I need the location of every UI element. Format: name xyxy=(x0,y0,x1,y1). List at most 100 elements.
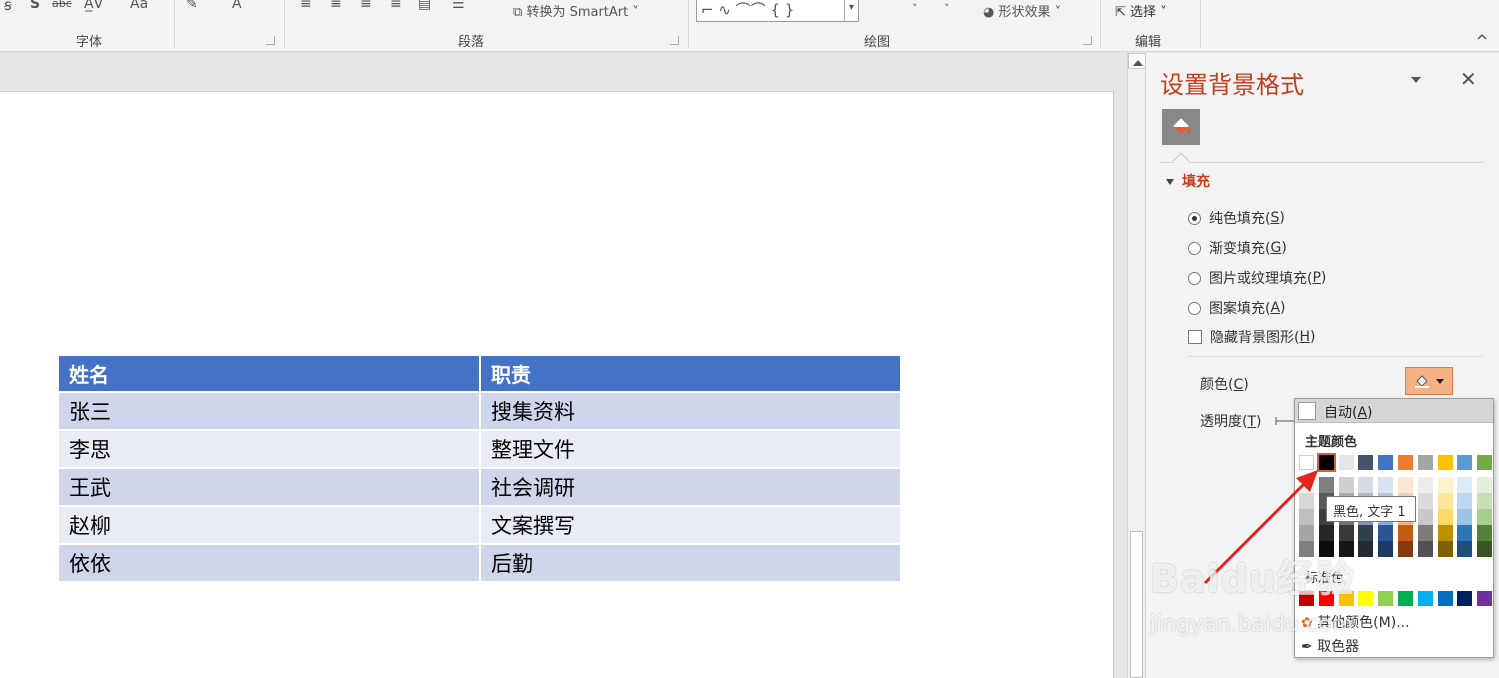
theme-shade-swatch[interactable] xyxy=(1417,477,1433,493)
theme-shade-swatch[interactable] xyxy=(1457,541,1473,557)
theme-shade-swatch[interactable] xyxy=(1457,509,1473,525)
theme-shade-swatch[interactable] xyxy=(1477,477,1493,493)
theme-shade-swatch[interactable] xyxy=(1358,541,1374,557)
table-cell[interactable]: 整理文件 xyxy=(480,429,902,469)
standard-color-swatch[interactable] xyxy=(1417,591,1433,606)
theme-shade-swatch[interactable] xyxy=(1437,493,1453,509)
close-icon[interactable]: ✕ xyxy=(1460,67,1477,91)
checkbox[interactable] xyxy=(1188,330,1202,344)
radio-unselected[interactable] xyxy=(1188,271,1201,285)
transparency-slider[interactable] xyxy=(1274,416,1294,426)
standard-color-swatch[interactable] xyxy=(1457,591,1473,606)
table-cell[interactable]: 文案撰写 xyxy=(480,505,902,545)
theme-shade-swatch[interactable] xyxy=(1398,477,1413,493)
char-spacing-icon[interactable]: A̲V xyxy=(84,0,103,12)
highlight-icon[interactable]: ✎ ˅ xyxy=(186,0,209,12)
theme-color-swatch[interactable] xyxy=(1398,455,1413,470)
standard-color-swatch[interactable] xyxy=(1437,591,1453,606)
theme-shade-swatch[interactable] xyxy=(1299,525,1314,541)
theme-shade-swatch[interactable] xyxy=(1417,509,1433,525)
theme-shade-swatch[interactable] xyxy=(1417,525,1433,541)
theme-shade-swatch[interactable] xyxy=(1318,477,1334,493)
picture-texture-fill-option[interactable]: 图片或纹理填充(P) xyxy=(1188,268,1326,288)
automatic-color-item[interactable]: 自动(A) xyxy=(1295,399,1493,423)
theme-color-swatch[interactable] xyxy=(1338,455,1354,470)
theme-color-swatch[interactable] xyxy=(1378,455,1394,470)
table-cell[interactable]: 张三 xyxy=(59,391,481,431)
vertical-scrollbar[interactable] xyxy=(1127,53,1146,678)
pane-options-icon[interactable] xyxy=(1411,77,1421,83)
justify-icon[interactable]: ≡ xyxy=(390,0,402,12)
radio-unselected[interactable] xyxy=(1188,241,1201,255)
gradient-fill-option[interactable]: 渐变填充(G) xyxy=(1188,238,1287,258)
scroll-thumb[interactable] xyxy=(1130,531,1143,678)
table-cell[interactable]: 王武 xyxy=(59,467,481,507)
eyedropper-item[interactable]: ✒ 取色器 xyxy=(1301,636,1359,656)
theme-shade-swatch[interactable] xyxy=(1477,525,1493,541)
quick-styles-dropdown-icon[interactable]: ˅ xyxy=(944,2,950,15)
theme-shade-swatch[interactable] xyxy=(1477,509,1493,525)
standard-color-swatch[interactable] xyxy=(1358,591,1374,606)
gallery-more-icon[interactable]: ▾ xyxy=(844,0,858,21)
theme-color-swatch[interactable] xyxy=(1477,455,1493,470)
table-header-cell[interactable]: 姓名 xyxy=(59,356,481,393)
slide-table[interactable]: 姓名 职责 张三 搜集资料 李思 整理文件 王武 社会调研 赵柳 文案撰写 依依… xyxy=(59,356,902,583)
fill-section-header[interactable]: 填充 xyxy=(1166,171,1210,191)
theme-color-swatch[interactable] xyxy=(1358,455,1374,470)
theme-shade-swatch[interactable] xyxy=(1318,525,1334,541)
theme-shade-swatch[interactable] xyxy=(1477,493,1493,509)
fill-color-button[interactable] xyxy=(1405,367,1453,395)
theme-shade-swatch[interactable] xyxy=(1378,477,1394,493)
theme-shade-swatch[interactable] xyxy=(1398,525,1413,541)
theme-shade-swatch[interactable] xyxy=(1457,477,1473,493)
font-color-icon[interactable]: A ˅ xyxy=(232,0,253,12)
scroll-up-button[interactable] xyxy=(1128,53,1146,69)
align-left-icon[interactable]: ≡ xyxy=(300,0,312,12)
standard-color-swatch[interactable] xyxy=(1378,591,1394,606)
theme-color-swatch[interactable] xyxy=(1457,455,1473,470)
table-cell[interactable]: 李思 xyxy=(59,429,481,469)
theme-color-swatch[interactable] xyxy=(1316,453,1336,472)
strike-abc-icon[interactable]: abc xyxy=(52,0,72,10)
theme-shade-swatch[interactable] xyxy=(1358,477,1374,493)
theme-shade-swatch[interactable] xyxy=(1457,525,1473,541)
standard-color-swatch[interactable] xyxy=(1477,591,1493,606)
pattern-fill-option[interactable]: 图案填充(A) xyxy=(1188,298,1286,318)
table-cell[interactable]: 赵柳 xyxy=(59,505,481,545)
standard-color-swatch[interactable] xyxy=(1398,591,1413,606)
theme-shade-swatch[interactable] xyxy=(1338,525,1354,541)
radio-selected[interactable] xyxy=(1188,211,1201,225)
table-cell[interactable]: 社会调研 xyxy=(480,467,902,507)
theme-color-swatch[interactable] xyxy=(1299,455,1314,470)
slide-canvas[interactable]: 姓名 职责 张三 搜集资料 李思 整理文件 王武 社会调研 赵柳 文案撰写 依依… xyxy=(0,91,1114,678)
paragraph-dialog-launcher-icon[interactable] xyxy=(670,36,679,45)
theme-shade-swatch[interactable] xyxy=(1417,493,1433,509)
fill-tab[interactable] xyxy=(1162,109,1200,145)
theme-shade-swatch[interactable] xyxy=(1299,509,1314,525)
align-right-icon[interactable]: ≡ xyxy=(360,0,372,12)
strikethrough-icon[interactable]: ꞩ xyxy=(4,0,12,14)
arrange-dropdown-icon[interactable]: ˅ xyxy=(912,2,918,15)
drawing-dialog-launcher-icon[interactable] xyxy=(1083,36,1092,45)
theme-shade-swatch[interactable] xyxy=(1437,525,1453,541)
shapes-gallery[interactable]: ⌐ ∿ ⌒⌒ { } ▾ xyxy=(696,0,859,22)
theme-shade-swatch[interactable] xyxy=(1378,541,1394,557)
theme-shade-swatch[interactable] xyxy=(1477,541,1493,557)
theme-shade-swatch[interactable] xyxy=(1417,541,1433,557)
theme-shade-swatch[interactable] xyxy=(1378,525,1394,541)
convert-smartart-button[interactable]: ⧉ 转换为 SmartArt ˅ xyxy=(513,1,639,20)
table-header-cell[interactable]: 职责 xyxy=(480,356,902,393)
theme-shade-swatch[interactable] xyxy=(1338,477,1354,493)
theme-shade-swatch[interactable] xyxy=(1398,541,1413,557)
shadow-text-icon[interactable]: S xyxy=(30,0,40,12)
theme-shade-swatch[interactable] xyxy=(1437,541,1453,557)
table-cell[interactable]: 依依 xyxy=(59,543,481,583)
shape-effects-button[interactable]: ◕ 形状效果 ˅ xyxy=(983,1,1061,20)
radio-unselected[interactable] xyxy=(1188,301,1201,315)
theme-shade-swatch[interactable] xyxy=(1437,509,1453,525)
select-button[interactable]: ⇱ 选择 ˅ xyxy=(1115,1,1167,20)
hide-background-graphics-checkbox[interactable]: 隐藏背景图形(H) xyxy=(1188,327,1315,347)
change-case-icon[interactable]: Aa ˅ xyxy=(130,0,160,12)
theme-shade-swatch[interactable] xyxy=(1299,493,1314,509)
font-dialog-launcher-icon[interactable] xyxy=(266,36,275,45)
